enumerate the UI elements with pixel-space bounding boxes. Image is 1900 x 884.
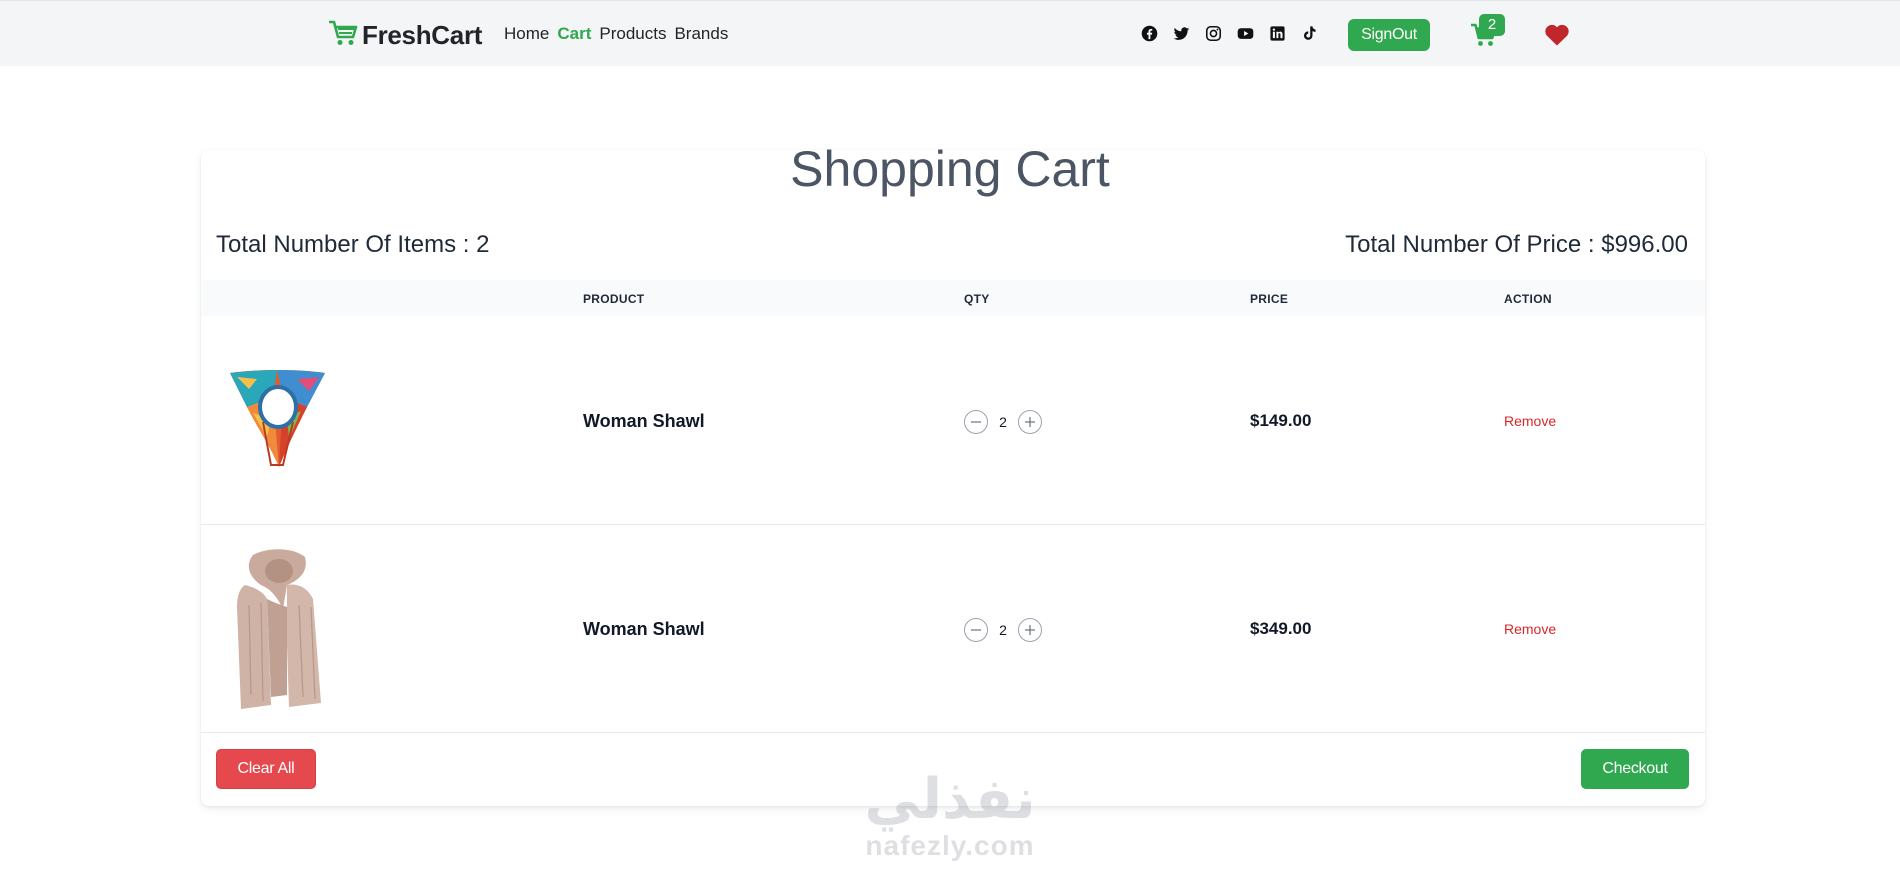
nav-links: Home Cart Products Brands	[504, 24, 728, 44]
product-name: Woman Shawl	[583, 411, 705, 431]
quantity-value: 2	[999, 622, 1007, 638]
column-header-qty: QTY	[964, 292, 990, 306]
checkout-button[interactable]: Checkout	[1581, 749, 1689, 789]
column-header-price: PRICE	[1250, 292, 1289, 306]
remove-item-button[interactable]: Remove	[1504, 621, 1556, 637]
shopping-cart-logo-icon	[328, 19, 358, 52]
clear-all-button[interactable]: Clear All	[216, 749, 316, 789]
table-header: PRODUCT QTY PRICE ACTION	[201, 280, 1705, 316]
remove-item-button[interactable]: Remove	[1504, 413, 1556, 429]
nav-link-brands[interactable]: Brands	[674, 24, 728, 44]
signout-button[interactable]: SignOut	[1348, 19, 1430, 51]
tiktok-icon[interactable]	[1301, 25, 1318, 42]
nav-link-products[interactable]: Products	[599, 24, 666, 44]
brand-name: FreshCart	[362, 20, 483, 50]
decrease-quantity-button[interactable]	[964, 618, 988, 642]
decrease-quantity-button[interactable]	[964, 410, 988, 434]
quantity-stepper: 2	[964, 410, 1042, 434]
quantity-stepper: 2	[964, 618, 1042, 642]
product-image-beige-scarf	[227, 545, 327, 715]
quantity-value: 2	[999, 414, 1007, 430]
product-image-colorful-scarf	[227, 367, 327, 477]
twitter-icon[interactable]	[1173, 25, 1190, 42]
watermark-latin-text: nafezly.com	[865, 830, 1035, 861]
total-price-text: Total Number Of Price : $996.00	[1345, 231, 1688, 258]
table-row: Woman Shawl 2 $349.00 Remove	[201, 525, 1705, 733]
increase-quantity-button[interactable]	[1018, 410, 1042, 434]
page-title: Shopping Cart	[790, 141, 1110, 197]
table-row: Woman Shawl 2 $149.00 Remove	[201, 317, 1705, 525]
product-name: Woman Shawl	[583, 619, 705, 639]
column-header-action: ACTION	[1504, 292, 1552, 306]
instagram-icon[interactable]	[1205, 25, 1222, 42]
product-price: $149.00	[1250, 411, 1312, 430]
brand-logo[interactable]: FreshCart	[328, 19, 482, 52]
social-links	[1141, 25, 1318, 42]
increase-quantity-button[interactable]	[1018, 618, 1042, 642]
watermark-arabic-text: نفذلي	[864, 767, 1036, 832]
watermark: نفذلي nafezly.com	[845, 770, 1055, 862]
wishlist-heart-icon[interactable]	[1544, 23, 1570, 47]
nav-link-home[interactable]: Home	[504, 24, 549, 44]
facebook-icon[interactable]	[1141, 25, 1158, 42]
youtube-icon[interactable]	[1237, 25, 1254, 42]
cart-count-badge: 2	[1479, 14, 1505, 36]
nav-link-cart[interactable]: Cart	[557, 24, 591, 44]
column-header-product: PRODUCT	[583, 292, 645, 306]
navbar: FreshCart Home Cart Products Brands Sign…	[0, 0, 1900, 66]
product-price: $349.00	[1250, 619, 1312, 638]
linkedin-icon[interactable]	[1269, 25, 1286, 42]
total-items-text: Total Number Of Items : 2	[216, 231, 490, 258]
